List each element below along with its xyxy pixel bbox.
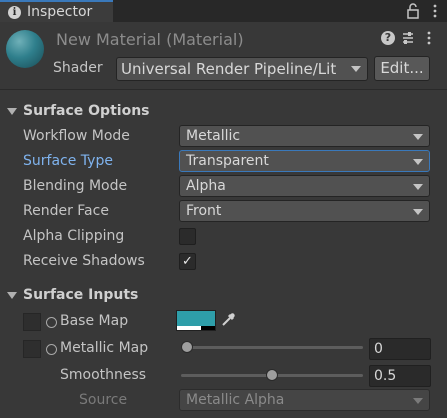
chevron-down-icon — [413, 159, 423, 165]
metallic-slider-track[interactable] — [181, 346, 363, 349]
smoothness-label: Smoothness — [60, 367, 147, 383]
blending-mode-label: Blending Mode — [23, 178, 128, 194]
render-face-dropdown[interactable]: Front — [179, 200, 430, 222]
object-picker-icon[interactable] — [46, 317, 57, 328]
metallic-map-label: Metallic Map — [60, 340, 149, 356]
surface-type-value: Transparent — [186, 153, 269, 169]
help-icon[interactable]: ? — [381, 31, 395, 45]
alpha-clipping-checkbox[interactable] — [179, 228, 196, 245]
workflow-mode-dropdown[interactable]: Metallic — [179, 125, 430, 147]
tab-bar: i Inspector — [0, 0, 447, 22]
smoothness-value-field[interactable]: 0.5 — [369, 365, 431, 387]
workflow-mode-value: Metallic — [186, 128, 241, 144]
receive-shadows-checkbox[interactable]: ✓ — [179, 253, 196, 270]
shader-label: Shader — [53, 60, 103, 76]
header-divider — [0, 89, 447, 90]
inspector-window: i Inspector New Material (Material) ? Sh… — [0, 0, 447, 418]
tab-label: Inspector — [27, 4, 93, 20]
surface-type-label: Surface Type — [23, 153, 113, 169]
smoothness-slider-thumb[interactable] — [266, 369, 278, 381]
base-map-label: Base Map — [60, 313, 129, 329]
edit-shader-button[interactable]: Edit... — [374, 56, 430, 81]
tab-inspector[interactable]: i Inspector — [0, 0, 113, 22]
base-map-texture-slot[interactable] — [23, 313, 41, 331]
receive-shadows-label: Receive Shadows — [23, 253, 145, 269]
chevron-down-icon — [413, 209, 423, 215]
blending-mode-dropdown[interactable]: Alpha — [179, 175, 430, 197]
surface-options-foldout[interactable]: Surface Options — [7, 103, 150, 119]
base-map-color-swatch[interactable] — [176, 310, 216, 331]
source-label: Source — [79, 392, 128, 408]
material-preview-sphere — [6, 30, 44, 68]
render-face-value: Front — [186, 203, 222, 219]
surface-options-title: Surface Options — [23, 103, 150, 119]
lock-icon[interactable] — [407, 3, 419, 19]
workflow-mode-label: Workflow Mode — [23, 128, 130, 144]
blending-mode-value: Alpha — [186, 178, 226, 194]
shader-value: Universal Render Pipeline/Lit — [121, 60, 337, 78]
metallic-slider-thumb[interactable] — [181, 341, 193, 353]
surface-type-dropdown[interactable]: Transparent — [179, 150, 430, 172]
material-title: New Material (Material) — [56, 30, 244, 49]
shader-dropdown[interactable]: Universal Render Pipeline/Lit — [116, 57, 368, 81]
more-options-icon[interactable] — [424, 31, 434, 45]
chevron-down-icon — [413, 184, 423, 190]
chevron-down-icon — [413, 398, 423, 404]
surface-inputs-title: Surface Inputs — [23, 287, 139, 303]
kebab-menu-icon[interactable] — [430, 4, 440, 18]
foldout-arrow-icon — [7, 107, 17, 115]
render-face-label: Render Face — [23, 203, 109, 219]
source-value: Metallic Alpha — [186, 392, 285, 408]
metallic-map-texture-slot[interactable] — [23, 340, 41, 358]
object-picker-icon[interactable] — [46, 344, 57, 355]
foldout-arrow-icon — [7, 291, 17, 299]
alpha-clipping-label: Alpha Clipping — [23, 228, 125, 244]
chevron-down-icon — [413, 134, 423, 140]
source-dropdown: Metallic Alpha — [179, 389, 430, 411]
alpha-bar-remainder — [201, 326, 215, 330]
eyedropper-icon[interactable] — [220, 310, 236, 328]
metallic-value-field[interactable]: 0 — [369, 338, 431, 360]
preset-icon[interactable] — [401, 31, 415, 45]
surface-inputs-foldout[interactable]: Surface Inputs — [7, 287, 138, 303]
chevron-down-icon — [351, 66, 361, 72]
info-icon: i — [8, 5, 21, 19]
